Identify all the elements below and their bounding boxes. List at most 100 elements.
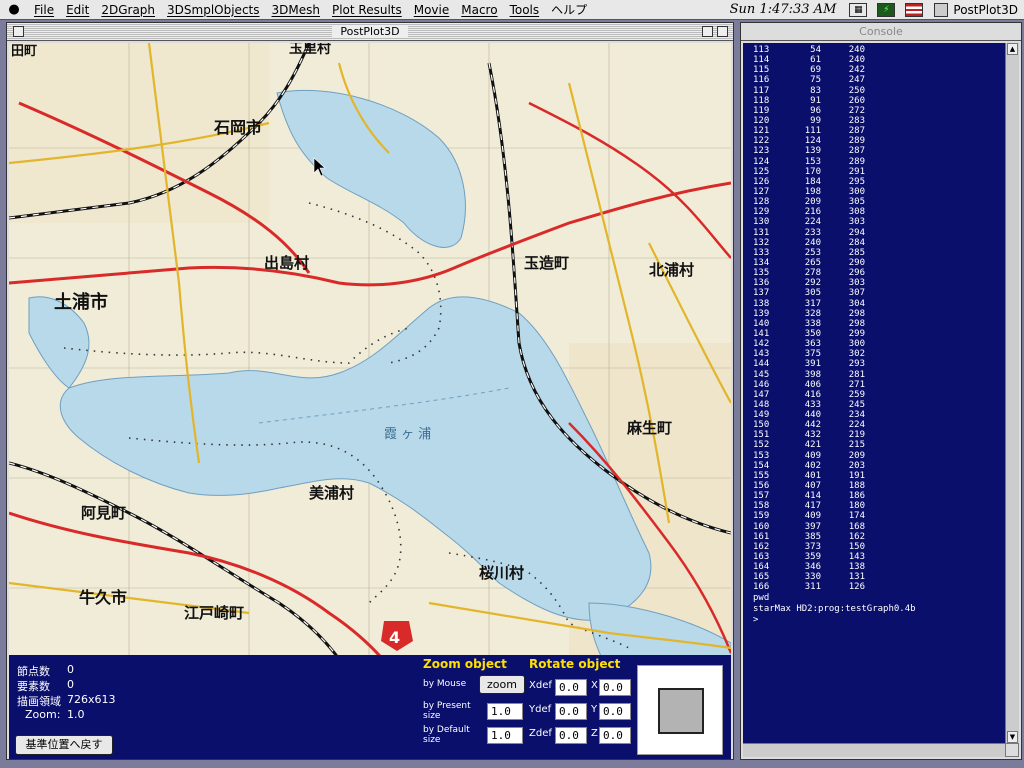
console-cell: 155	[753, 470, 770, 481]
control-strip-icon[interactable]: ▦	[849, 2, 868, 17]
console-vertical-scrollbar[interactable]: ▲ ▼	[1005, 43, 1019, 743]
reset-position-button[interactable]: 基準位置へ戻す	[15, 735, 113, 755]
menubar-clock[interactable]: Sun 1:47:33 AM	[730, 2, 845, 17]
preview-square	[658, 688, 704, 734]
console-cell: 203	[848, 460, 865, 471]
console-cell: 124	[753, 156, 770, 167]
menu-movie[interactable]: Movie	[408, 3, 456, 17]
console-cell: 127	[753, 186, 770, 197]
console-title: Console	[851, 25, 911, 38]
console-cell: 298	[848, 318, 865, 329]
console-cell: 113	[753, 45, 770, 55]
console-row: 138 317 304	[753, 299, 1005, 309]
console-cell: 305	[848, 197, 865, 208]
zdef-input[interactable]: 0.0	[555, 727, 587, 744]
y-input[interactable]: 0.0	[599, 703, 631, 720]
console-cell: 303	[848, 278, 865, 289]
zoom-button[interactable]: zoom	[479, 675, 525, 694]
console-cell: 417	[804, 501, 821, 512]
console-prompt[interactable]: >	[753, 615, 1005, 626]
console-rows: 113 54 240 114 61 240 115 69 242 116 75 247 117 83 250…	[753, 45, 1005, 593]
console-cell: 296	[848, 268, 865, 279]
console-cell: 116	[753, 75, 770, 86]
menu-edit[interactable]: Edit	[60, 3, 95, 17]
ydef-input[interactable]: 0.0	[555, 703, 587, 720]
console-row: 116 75 247	[753, 75, 1005, 85]
map-image: 霞 ヶ 浦 石岡市 出島村 土浦市 玉造町 北浦村 麻生町 美浦村 阿見町 桜川…	[9, 43, 731, 673]
z-label: Z	[591, 728, 598, 739]
menu-tools[interactable]: Tools	[504, 3, 546, 17]
flag-keyboard-icon[interactable]	[905, 2, 924, 17]
menu-2dgraph[interactable]: 2DGraph	[95, 3, 161, 17]
console-cell: 115	[753, 65, 770, 76]
console-row: 124 153 289	[753, 157, 1005, 167]
console-row: 146 406 271	[753, 380, 1005, 390]
console-cell: 233	[804, 227, 821, 238]
xdef-input[interactable]: 0.0	[555, 679, 587, 696]
console-cell: 120	[753, 115, 770, 126]
console-cell: 359	[804, 552, 821, 563]
menu-3dmesh[interactable]: 3DMesh	[266, 3, 326, 17]
console-cell: 150	[848, 541, 865, 552]
map-canvas[interactable]: 霞 ヶ 浦 石岡市 出島村 土浦市 玉造町 北浦村 麻生町 美浦村 阿見町 桜川…	[9, 43, 731, 673]
console-cell: 141	[753, 328, 770, 339]
console-cell: 161	[753, 531, 770, 542]
menu-file[interactable]: File	[28, 3, 60, 17]
console-cell: 160	[753, 521, 770, 532]
console-cell: 308	[848, 207, 865, 218]
console-cell: 131	[848, 572, 865, 583]
console-cell: 143	[848, 552, 865, 563]
console-row: 161 385 162	[753, 532, 1005, 542]
console-cell: 133	[753, 247, 770, 258]
zoom-box-icon[interactable]	[702, 26, 713, 37]
application-menu[interactable]: PostPlot3D	[928, 2, 1024, 17]
menu-help[interactable]: ヘルプ	[545, 1, 593, 18]
by-mouse-label: by Mouse	[423, 679, 467, 689]
rotation-preview[interactable]	[637, 665, 723, 755]
console-row: 131 233 294	[753, 228, 1005, 238]
console-cell: 317	[804, 298, 821, 309]
x-input[interactable]: 0.0	[599, 679, 631, 696]
menu-plot-results[interactable]: Plot Results	[326, 3, 408, 17]
console-cell: 303	[848, 217, 865, 228]
z-input[interactable]: 0.0	[599, 727, 631, 744]
console-cell: 137	[753, 288, 770, 299]
apple-menu-icon[interactable]: ●	[0, 2, 28, 17]
present-size-input[interactable]: 1.0	[487, 703, 523, 720]
scroll-up-icon[interactable]: ▲	[1007, 43, 1018, 55]
place-label: 阿見町	[81, 504, 126, 522]
console-cell: 272	[848, 105, 865, 116]
console-cell: 300	[848, 186, 865, 197]
console-cell: 61	[810, 55, 821, 66]
console-titlebar[interactable]: Console	[741, 23, 1021, 41]
console-cell: 291	[848, 166, 865, 177]
rotate-object-title: Rotate object	[529, 657, 621, 671]
zoom-object-title: Zoom object	[423, 657, 507, 671]
console-cell: 135	[753, 268, 770, 279]
collapse-box-icon[interactable]	[717, 26, 728, 37]
console-cell: 156	[753, 481, 770, 492]
console-output[interactable]: 113 54 240 114 61 240 115 69 242 116 75 247 117 83 250…	[743, 43, 1005, 743]
draw-area: 描画領域 726x613	[17, 693, 116, 708]
console-cell: 287	[848, 126, 865, 137]
console-cell: 287	[848, 146, 865, 157]
place-label: 土浦市	[54, 291, 108, 313]
battery-icon[interactable]: ⚡	[877, 2, 896, 17]
console-cell: 209	[804, 197, 821, 208]
menu-3dsmplobjects[interactable]: 3DSmplObjects	[161, 3, 265, 17]
console-row: 156 407 188	[753, 481, 1005, 491]
console-row: 113 54 240	[753, 45, 1005, 55]
console-cell: 184	[804, 176, 821, 187]
resize-grow-box-icon[interactable]	[1005, 743, 1019, 757]
default-size-input[interactable]: 1.0	[487, 727, 523, 744]
console-row: 126 184 295	[753, 177, 1005, 187]
console-row: 164 346 138	[753, 562, 1005, 572]
console-cell: 163	[753, 552, 770, 563]
console-horizontal-scrollbar[interactable]	[743, 743, 1007, 757]
menu-macro[interactable]: Macro	[455, 3, 503, 17]
scroll-down-icon[interactable]: ▼	[1007, 731, 1018, 743]
postplot-titlebar[interactable]: PostPlot3D	[7, 23, 733, 41]
console-cell: 170	[804, 166, 821, 177]
close-box-icon[interactable]	[13, 26, 24, 37]
console-cell: 132	[753, 237, 770, 248]
